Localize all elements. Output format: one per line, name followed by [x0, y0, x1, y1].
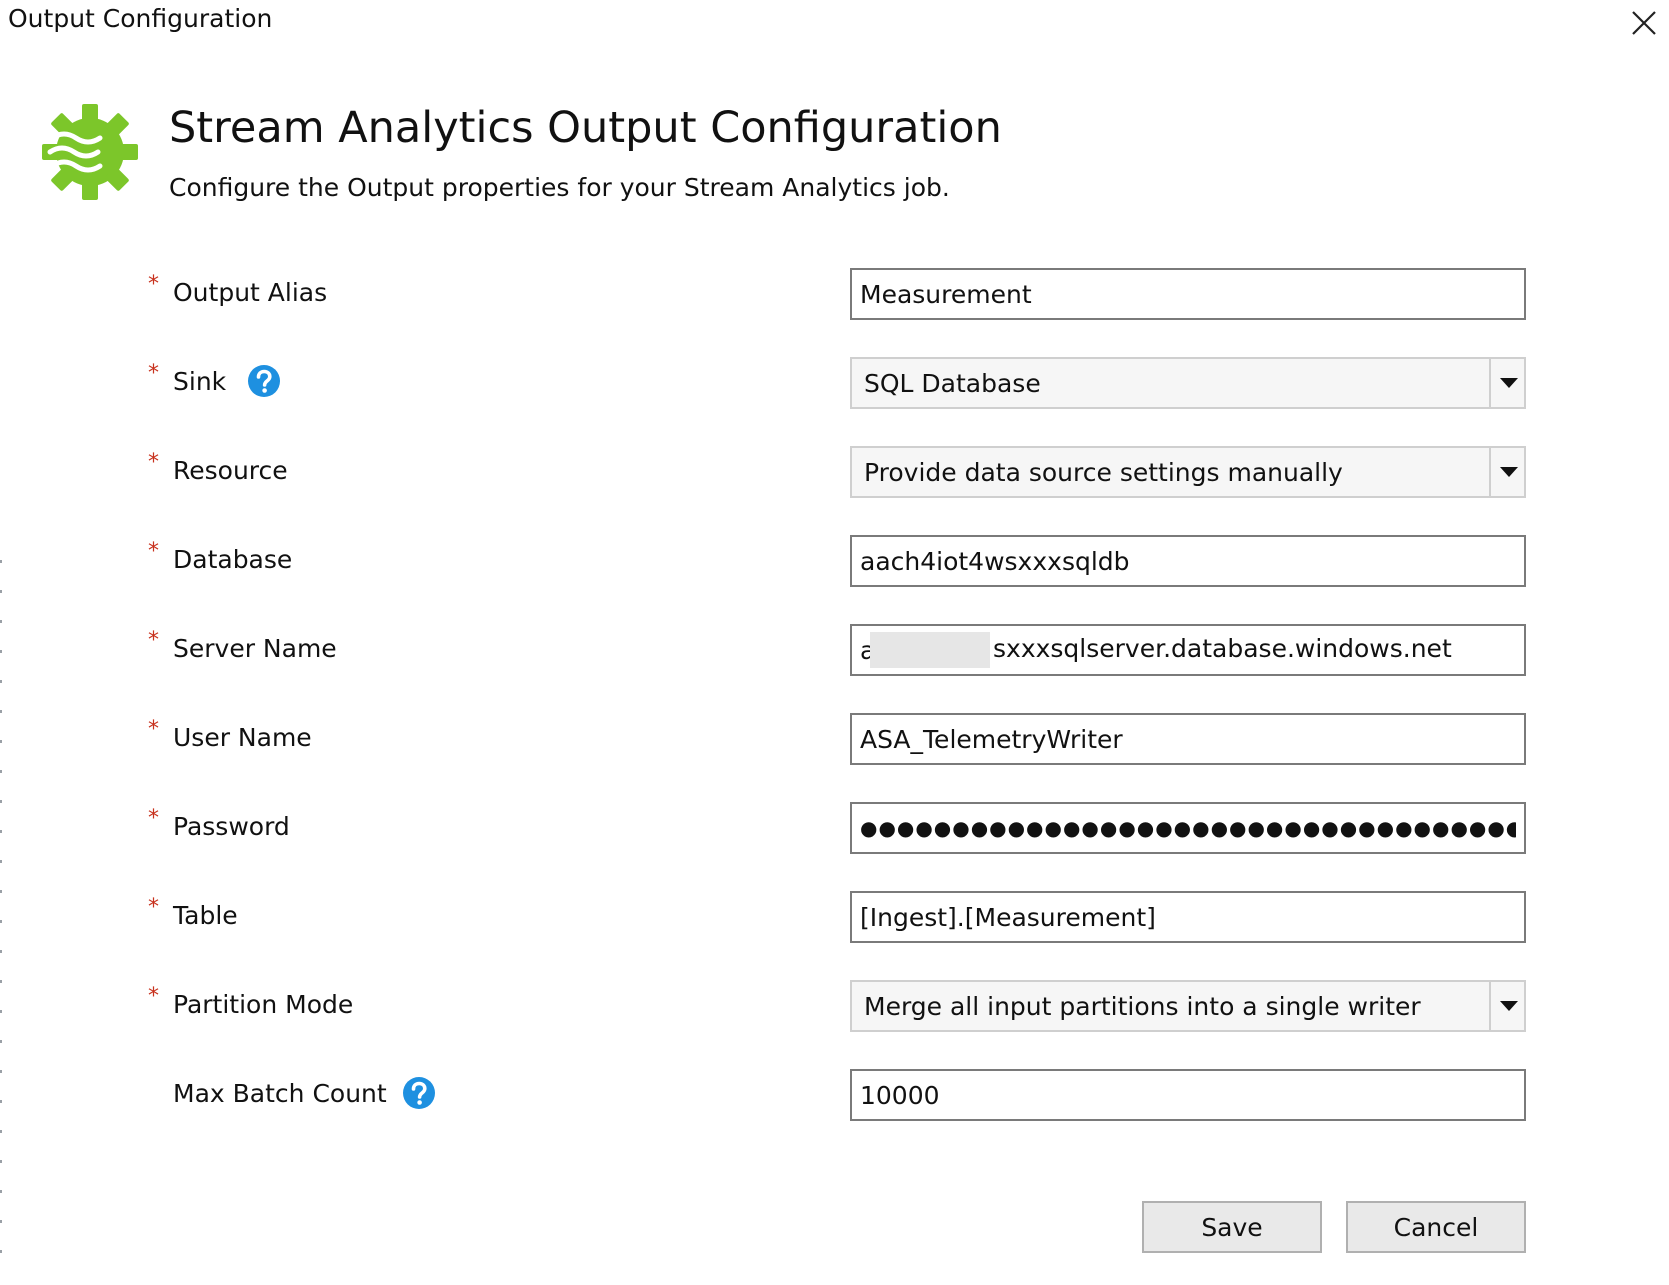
required-marker: *: [148, 806, 159, 831]
max-batch-count-row: Max Batch Count: [0, 1069, 1669, 1121]
sink-label: Sink: [173, 367, 227, 396]
user-name-input[interactable]: [850, 713, 1526, 765]
close-icon[interactable]: [1629, 8, 1659, 38]
database-row: * Database: [0, 535, 1669, 587]
required-marker: *: [148, 539, 159, 564]
required-marker: *: [148, 717, 159, 742]
database-input[interactable]: [850, 535, 1526, 587]
server-name-row: * Server Name a sxxxsqlserver.database.w…: [0, 624, 1669, 676]
resource-row: * Resource Provide data source settings …: [0, 446, 1669, 498]
partition-mode-select-value: Merge all input partitions into a single…: [864, 992, 1421, 1021]
table-input[interactable]: [850, 891, 1526, 943]
partition-mode-label: Partition Mode: [173, 990, 354, 1019]
chevron-down-icon[interactable]: [1499, 1000, 1519, 1012]
page-title: Stream Analytics Output Configuration: [169, 103, 1002, 153]
resource-select-value: Provide data source settings manually: [864, 458, 1343, 487]
max-batch-count-input[interactable]: [850, 1069, 1526, 1121]
output-alias-row: * Output Alias: [0, 268, 1669, 320]
page-subtitle: Configure the Output properties for your…: [169, 173, 950, 202]
required-marker: *: [148, 272, 159, 297]
required-marker: *: [148, 895, 159, 920]
required-marker: *: [148, 984, 159, 1009]
required-marker: *: [148, 628, 159, 653]
user-name-label: User Name: [173, 723, 312, 752]
output-alias-input[interactable]: [850, 268, 1526, 320]
chevron-down-icon[interactable]: [1499, 466, 1519, 478]
resource-label: Resource: [173, 456, 288, 485]
required-marker: *: [148, 361, 159, 386]
max-batch-count-help-icon[interactable]: [402, 1076, 436, 1110]
server-name-suffix: sxxxsqlserver.database.windows.net: [993, 634, 1452, 663]
select-divider: [1489, 448, 1491, 496]
partition-mode-select[interactable]: Merge all input partitions into a single…: [850, 980, 1526, 1032]
password-label: Password: [173, 812, 290, 841]
select-divider: [1489, 359, 1491, 407]
select-divider: [1489, 982, 1491, 1030]
resource-select[interactable]: Provide data source settings manually: [850, 446, 1526, 498]
redacted-area: [870, 632, 990, 668]
sink-select-value: SQL Database: [864, 369, 1041, 398]
table-row: * Table: [0, 891, 1669, 943]
save-button[interactable]: Save: [1142, 1201, 1322, 1253]
partition-mode-row: * Partition Mode Merge all input partiti…: [0, 980, 1669, 1032]
chevron-down-icon[interactable]: [1499, 377, 1519, 389]
cancel-button[interactable]: Cancel: [1346, 1201, 1526, 1253]
sink-select[interactable]: SQL Database: [850, 357, 1526, 409]
database-label: Database: [173, 545, 293, 574]
table-label: Table: [173, 901, 238, 930]
output-alias-label: Output Alias: [173, 278, 328, 307]
user-name-row: * User Name: [0, 713, 1669, 765]
window-title: Output Configuration: [8, 4, 273, 33]
max-batch-count-label: Max Batch Count: [173, 1079, 387, 1108]
password-input[interactable]: [850, 802, 1526, 854]
password-row: * Password: [0, 802, 1669, 854]
window-edge: [0, 560, 2, 1280]
stream-analytics-gear-icon: [42, 104, 138, 200]
sink-row: * Sink SQL Database: [0, 357, 1669, 409]
server-name-label: Server Name: [173, 634, 337, 663]
sink-help-icon[interactable]: [247, 364, 281, 398]
required-marker: *: [148, 450, 159, 475]
